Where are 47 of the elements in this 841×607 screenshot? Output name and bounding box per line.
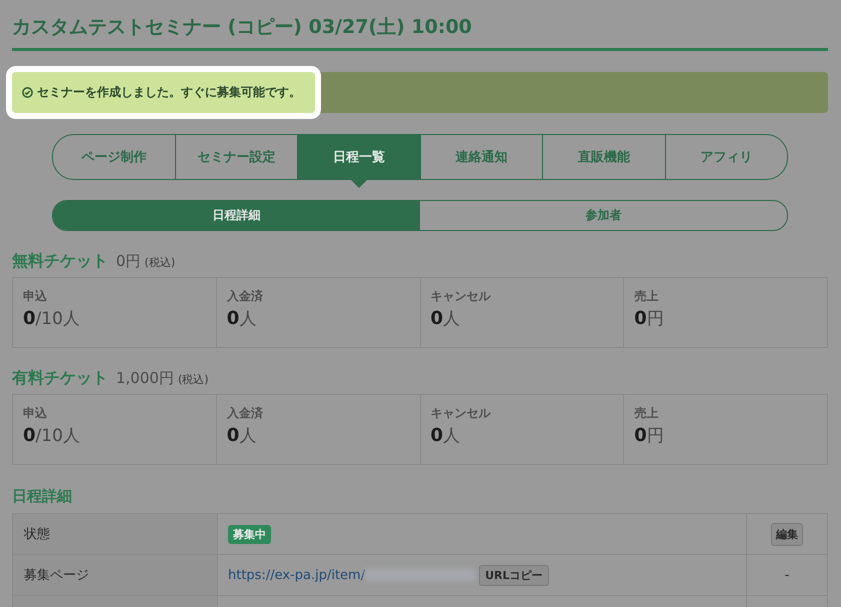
stat-label: 入金済	[226, 288, 264, 305]
check-circle-icon	[22, 87, 33, 98]
stat-value: 0	[226, 308, 240, 329]
stat-label: 申込	[23, 288, 48, 305]
ticket-price: 1,000円	[116, 369, 174, 388]
subtab[interactable]: 日程詳細	[53, 201, 420, 230]
stat-value: 0	[634, 308, 647, 329]
tax-note: (税込)	[178, 372, 209, 387]
stat-label: 入金済	[226, 405, 264, 422]
notification-text: セミナーを作成しました。すぐに募集可能です。	[37, 84, 301, 101]
stat-value: 0	[23, 308, 36, 329]
subtab[interactable]: 参加者	[420, 201, 787, 230]
stat-unit: 人	[443, 426, 460, 446]
stat-unit: /10人	[36, 309, 80, 329]
stat-label: 売上	[634, 405, 660, 422]
stat-unit: 円	[646, 309, 664, 329]
stat-unit: 人	[239, 309, 256, 329]
stat-value: 0	[634, 425, 647, 446]
section-heading: 日程詳細	[12, 487, 73, 506]
stat-label: 売上	[634, 288, 660, 305]
copy-button[interactable]: URLコピー	[479, 564, 549, 586]
status-badge: 募集中	[228, 524, 271, 544]
page-link[interactable]: https://ex-pa.jp/item/	[228, 568, 366, 582]
stat-value: 0	[23, 425, 36, 446]
table-cell: 募集ページ	[13, 555, 218, 595]
stat-unit: 人	[239, 426, 256, 446]
stat-unit: /10人	[36, 426, 80, 446]
stat-value: 0	[430, 308, 444, 329]
page-title: カスタムテストセミナー (コピー) 03/27(土) 10:00	[12, 0, 828, 51]
stat-value: 0	[430, 425, 444, 446]
tab[interactable]: 連絡通知	[420, 135, 542, 179]
stat-unit: 人	[443, 309, 460, 329]
ticket-price: 0円	[116, 252, 141, 271]
table-cell: -	[784, 568, 790, 582]
ticket-name: 無料チケット	[12, 251, 108, 272]
tab[interactable]: アフィリ	[664, 135, 787, 179]
stat-unit: 円	[646, 426, 664, 446]
stat-label: キャンセル	[430, 288, 492, 305]
tab[interactable]: ページ制作	[53, 135, 174, 179]
edit-button[interactable]: 編集	[771, 522, 803, 546]
stat-value: 0	[226, 425, 240, 446]
ticket-name: 有料チケット	[12, 368, 108, 389]
table-cell: 状態	[13, 514, 218, 554]
tax-note: (税込)	[144, 255, 176, 270]
tab[interactable]: 直販機能	[542, 135, 664, 179]
stat-label: 申込	[23, 405, 48, 422]
stat-label: キャンセル	[430, 405, 492, 422]
